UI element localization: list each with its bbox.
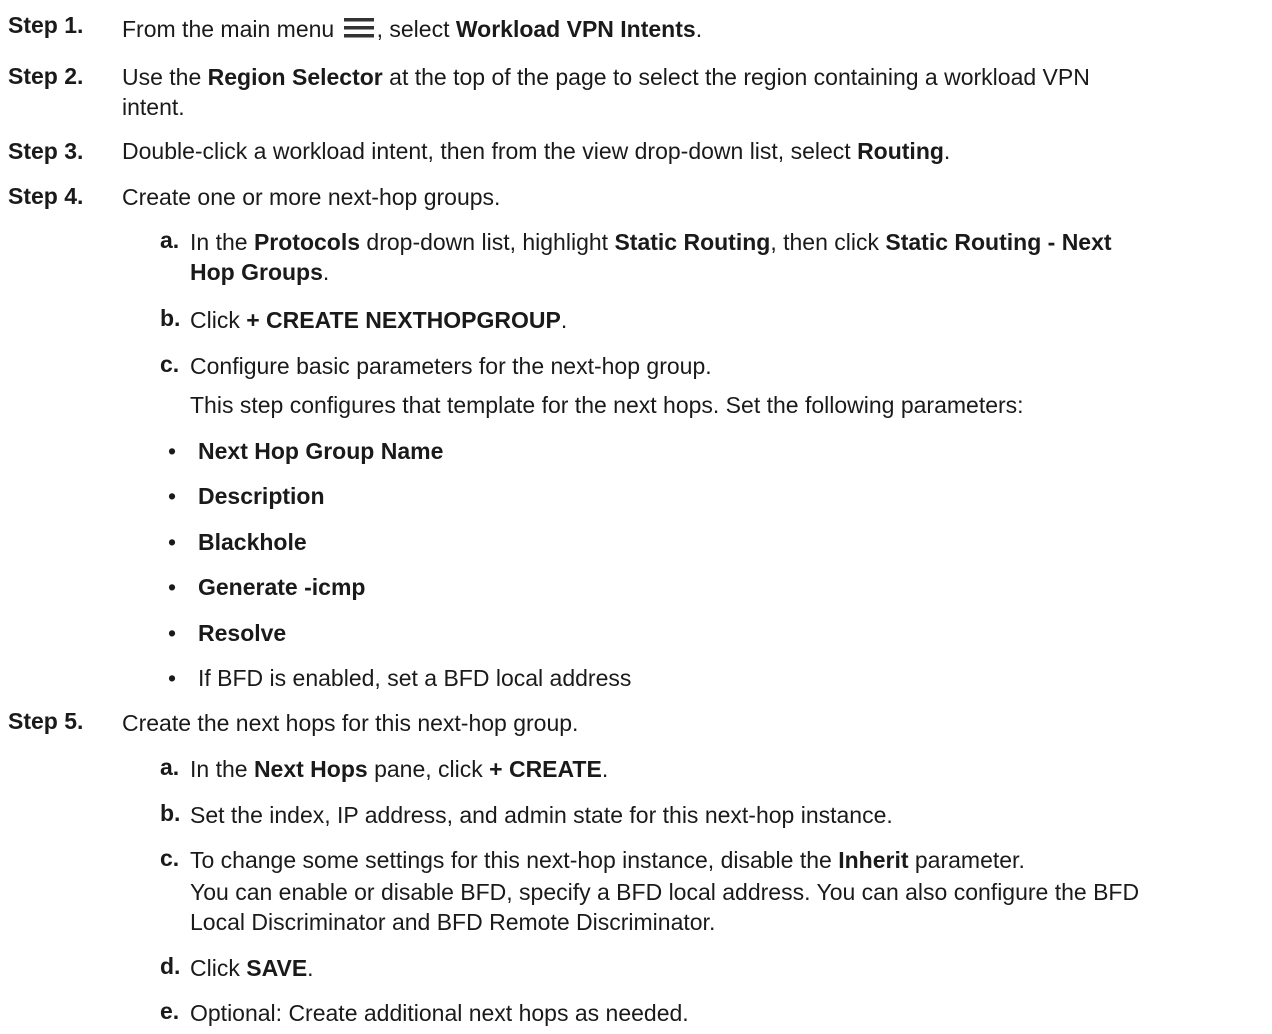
substep-letter: d. — [160, 953, 181, 979]
step-text: Create one or more next-hop groups. — [122, 184, 501, 210]
substep-note: This step configures that template for t… — [190, 392, 1024, 418]
bullet-dot: • — [168, 574, 177, 600]
step-text-continued: intent. — [122, 94, 185, 120]
substep-text: Set the index, IP address, and admin sta… — [190, 802, 893, 828]
step-text: From the main menu , select Workload VPN… — [122, 16, 703, 42]
substep-text: In the Next Hops pane, click + CREATE. — [190, 756, 609, 782]
list-item: Description — [198, 483, 325, 509]
substep-letter: e. — [160, 998, 180, 1024]
substep-text: Optional: Create additional next hops as… — [190, 1000, 689, 1026]
list-item: Next Hop Group Name — [198, 438, 444, 464]
substep-text: In the Protocols drop-down list, highlig… — [190, 229, 1112, 255]
substep-letter: c. — [160, 351, 180, 377]
substep-letter: c. — [160, 845, 180, 871]
list-item: Generate -icmp — [198, 574, 366, 600]
list-item: If BFD is enabled, set a BFD local addre… — [198, 665, 632, 691]
bullet-dot: • — [168, 620, 177, 646]
bullet-dot: • — [168, 483, 177, 509]
substep-letter: b. — [160, 305, 181, 331]
substep-text: Click SAVE. — [190, 955, 314, 981]
substep-text: To change some settings for this next-ho… — [190, 847, 1025, 873]
step-label: Step 3. — [8, 138, 84, 164]
substep-note: Local Discriminator and BFD Remote Discr… — [190, 909, 716, 935]
step-text: Double-click a workload intent, then fro… — [122, 138, 951, 164]
step-label: Step 2. — [8, 63, 84, 89]
step-text: Create the next hops for this next-hop g… — [122, 710, 579, 736]
bullet-dot: • — [168, 665, 177, 691]
substep-letter: a. — [160, 227, 180, 253]
step-label: Step 5. — [8, 708, 84, 734]
substep-text: Click + CREATE NEXTHOPGROUP. — [190, 307, 568, 333]
step-text: Use the Region Selector at the top of th… — [122, 64, 1090, 90]
substep-letter: a. — [160, 754, 180, 780]
step-label: Step 1. — [8, 12, 84, 38]
list-item: Blackhole — [198, 529, 307, 555]
list-item: Resolve — [198, 620, 287, 646]
substep-letter: b. — [160, 800, 181, 826]
procedure-document: Step 1. From the main menu , select Work… — [0, 0, 1272, 1034]
hamburger-menu-icon — [343, 18, 374, 38]
bullet-dot: • — [168, 438, 177, 464]
substep-note: You can enable or disable BFD, specify a… — [190, 879, 1140, 905]
substep-text: Configure basic parameters for the next-… — [190, 353, 712, 379]
step-label: Step 4. — [8, 183, 84, 209]
substep-text-continued: Hop Groups. — [190, 259, 330, 285]
bullet-dot: • — [168, 529, 177, 555]
